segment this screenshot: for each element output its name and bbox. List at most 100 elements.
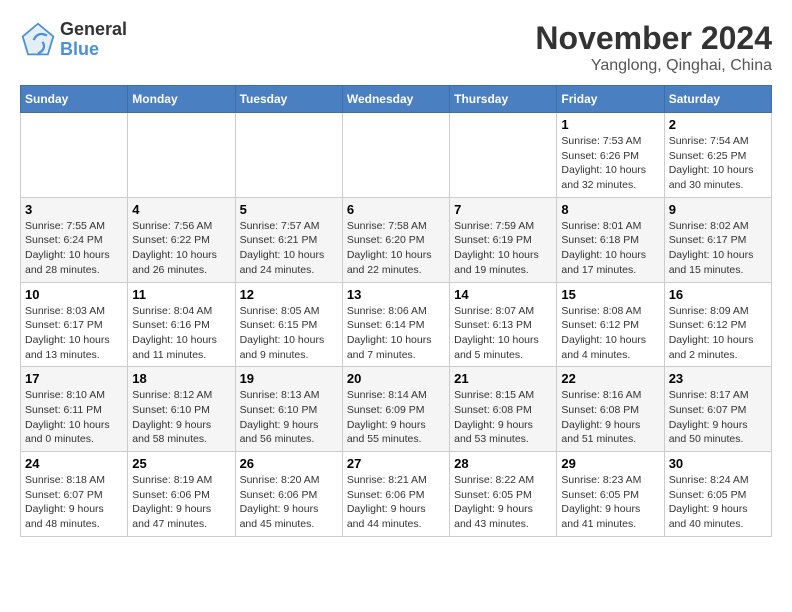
day-info: Sunrise: 8:09 AM Sunset: 6:12 PM Dayligh…	[669, 304, 767, 363]
calendar-cell: 20 Sunrise: 8:14 AM Sunset: 6:09 PM Dayli…	[342, 367, 449, 452]
logo-text: General Blue	[60, 20, 127, 60]
calendar-week-1: 1 Sunrise: 7:53 AM Sunset: 6:26 PM Daylig…	[21, 113, 772, 198]
calendar-cell: 21 Sunrise: 8:15 AM Sunset: 6:08 PM Dayli…	[450, 367, 557, 452]
calendar-cell: 23 Sunrise: 8:17 AM Sunset: 6:07 PM Dayli…	[664, 367, 771, 452]
day-number: 5	[240, 202, 338, 217]
day-number: 28	[454, 456, 552, 471]
day-info: Sunrise: 8:21 AM Sunset: 6:06 PM Dayligh…	[347, 473, 445, 532]
logo: General Blue	[20, 20, 127, 60]
day-info: Sunrise: 8:17 AM Sunset: 6:07 PM Dayligh…	[669, 388, 767, 447]
calendar-cell: 9 Sunrise: 8:02 AM Sunset: 6:17 PM Daylig…	[664, 197, 771, 282]
weekday-header-thursday: Thursday	[450, 86, 557, 113]
day-number: 3	[25, 202, 123, 217]
day-info: Sunrise: 7:57 AM Sunset: 6:21 PM Dayligh…	[240, 219, 338, 278]
day-info: Sunrise: 8:01 AM Sunset: 6:18 PM Dayligh…	[561, 219, 659, 278]
day-number: 19	[240, 371, 338, 386]
page-subtitle: Yanglong, Qinghai, China	[535, 57, 772, 75]
weekday-header-monday: Monday	[128, 86, 235, 113]
calendar-cell: 7Sunrise: 7:59 AM Sunset: 6:19 PM Daylig…	[450, 197, 557, 282]
day-number: 9	[669, 202, 767, 217]
calendar-cell: 4Sunrise: 7:56 AM Sunset: 6:22 PM Daylig…	[128, 197, 235, 282]
day-info: Sunrise: 8:12 AM Sunset: 6:10 PM Dayligh…	[132, 388, 230, 447]
day-info: Sunrise: 7:58 AM Sunset: 6:20 PM Dayligh…	[347, 219, 445, 278]
day-info: Sunrise: 8:20 AM Sunset: 6:06 PM Dayligh…	[240, 473, 338, 532]
day-number: 14	[454, 287, 552, 302]
day-info: Sunrise: 8:24 AM Sunset: 6:05 PM Dayligh…	[669, 473, 767, 532]
day-number: 10	[25, 287, 123, 302]
weekday-header-friday: Friday	[557, 86, 664, 113]
day-info: Sunrise: 8:07 AM Sunset: 6:13 PM Dayligh…	[454, 304, 552, 363]
calendar-cell	[128, 113, 235, 198]
day-number: 30	[669, 456, 767, 471]
day-info: Sunrise: 8:13 AM Sunset: 6:10 PM Dayligh…	[240, 388, 338, 447]
calendar-cell: 1 Sunrise: 7:53 AM Sunset: 6:26 PM Daylig…	[557, 113, 664, 198]
day-info: Sunrise: 8:18 AM Sunset: 6:07 PM Dayligh…	[25, 473, 123, 532]
calendar-week-4: 17Sunrise: 8:10 AM Sunset: 6:11 PM Dayli…	[21, 367, 772, 452]
calendar-cell: 29Sunrise: 8:23 AM Sunset: 6:05 PM Dayli…	[557, 452, 664, 537]
weekday-header-saturday: Saturday	[664, 86, 771, 113]
day-info: Sunrise: 8:08 AM Sunset: 6:12 PM Dayligh…	[561, 304, 659, 363]
day-info: Sunrise: 7:59 AM Sunset: 6:19 PM Dayligh…	[454, 219, 552, 278]
page-header: General Blue November 2024 Yanglong, Qin…	[20, 20, 772, 75]
weekday-header-sunday: Sunday	[21, 86, 128, 113]
day-number: 8	[561, 202, 659, 217]
weekday-header-tuesday: Tuesday	[235, 86, 342, 113]
calendar-cell: 16 Sunrise: 8:09 AM Sunset: 6:12 PM Dayli…	[664, 282, 771, 367]
day-info: Sunrise: 8:14 AM Sunset: 6:09 PM Dayligh…	[347, 388, 445, 447]
day-info: Sunrise: 8:04 AM Sunset: 6:16 PM Dayligh…	[132, 304, 230, 363]
day-number: 4	[132, 202, 230, 217]
calendar-week-3: 10 Sunrise: 8:03 AM Sunset: 6:17 PM Dayli…	[21, 282, 772, 367]
calendar-cell: 6 Sunrise: 7:58 AM Sunset: 6:20 PM Daylig…	[342, 197, 449, 282]
calendar-cell: 13 Sunrise: 8:06 AM Sunset: 6:14 PM Dayli…	[342, 282, 449, 367]
day-number: 2	[669, 117, 767, 132]
calendar-cell: 18Sunrise: 8:12 AM Sunset: 6:10 PM Dayli…	[128, 367, 235, 452]
day-number: 1	[561, 117, 659, 132]
day-number: 24	[25, 456, 123, 471]
day-number: 15	[561, 287, 659, 302]
calendar-cell: 30 Sunrise: 8:24 AM Sunset: 6:05 PM Dayli…	[664, 452, 771, 537]
calendar-cell: 10 Sunrise: 8:03 AM Sunset: 6:17 PM Dayli…	[21, 282, 128, 367]
day-number: 29	[561, 456, 659, 471]
day-number: 25	[132, 456, 230, 471]
calendar-cell: 15 Sunrise: 8:08 AM Sunset: 6:12 PM Dayli…	[557, 282, 664, 367]
calendar-week-5: 24 Sunrise: 8:18 AM Sunset: 6:07 PM Dayli…	[21, 452, 772, 537]
day-info: Sunrise: 7:53 AM Sunset: 6:26 PM Dayligh…	[561, 134, 659, 193]
day-number: 11	[132, 287, 230, 302]
calendar-cell: 12Sunrise: 8:05 AM Sunset: 6:15 PM Dayli…	[235, 282, 342, 367]
calendar-cell: 28 Sunrise: 8:22 AM Sunset: 6:05 PM Dayli…	[450, 452, 557, 537]
calendar-header: SundayMondayTuesdayWednesdayThursdayFrid…	[21, 86, 772, 113]
calendar-cell: 26Sunrise: 8:20 AM Sunset: 6:06 PM Dayli…	[235, 452, 342, 537]
day-number: 13	[347, 287, 445, 302]
day-info: Sunrise: 8:10 AM Sunset: 6:11 PM Dayligh…	[25, 388, 123, 447]
day-info: Sunrise: 8:15 AM Sunset: 6:08 PM Dayligh…	[454, 388, 552, 447]
calendar-body: 1 Sunrise: 7:53 AM Sunset: 6:26 PM Daylig…	[21, 113, 772, 537]
calendar-cell: 25Sunrise: 8:19 AM Sunset: 6:06 PM Dayli…	[128, 452, 235, 537]
day-number: 16	[669, 287, 767, 302]
day-info: Sunrise: 8:03 AM Sunset: 6:17 PM Dayligh…	[25, 304, 123, 363]
calendar-cell: 27 Sunrise: 8:21 AM Sunset: 6:06 PM Dayli…	[342, 452, 449, 537]
title-block: November 2024 Yanglong, Qinghai, China	[535, 20, 772, 75]
calendar-cell	[21, 113, 128, 198]
calendar-cell: 24 Sunrise: 8:18 AM Sunset: 6:07 PM Dayli…	[21, 452, 128, 537]
day-number: 27	[347, 456, 445, 471]
calendar-cell: 17Sunrise: 8:10 AM Sunset: 6:11 PM Dayli…	[21, 367, 128, 452]
calendar-cell: 5 Sunrise: 7:57 AM Sunset: 6:21 PM Daylig…	[235, 197, 342, 282]
day-number: 23	[669, 371, 767, 386]
day-info: Sunrise: 7:55 AM Sunset: 6:24 PM Dayligh…	[25, 219, 123, 278]
page-title: November 2024	[535, 20, 772, 57]
day-number: 6	[347, 202, 445, 217]
calendar-cell	[342, 113, 449, 198]
day-info: Sunrise: 8:02 AM Sunset: 6:17 PM Dayligh…	[669, 219, 767, 278]
calendar-cell: 8 Sunrise: 8:01 AM Sunset: 6:18 PM Daylig…	[557, 197, 664, 282]
calendar-cell: 14 Sunrise: 8:07 AM Sunset: 6:13 PM Dayli…	[450, 282, 557, 367]
day-info: Sunrise: 7:54 AM Sunset: 6:25 PM Dayligh…	[669, 134, 767, 193]
day-number: 21	[454, 371, 552, 386]
day-info: Sunrise: 8:06 AM Sunset: 6:14 PM Dayligh…	[347, 304, 445, 363]
calendar-cell: 2 Sunrise: 7:54 AM Sunset: 6:25 PM Daylig…	[664, 113, 771, 198]
day-number: 20	[347, 371, 445, 386]
day-info: Sunrise: 8:22 AM Sunset: 6:05 PM Dayligh…	[454, 473, 552, 532]
calendar-cell	[450, 113, 557, 198]
calendar-week-2: 3 Sunrise: 7:55 AM Sunset: 6:24 PM Daylig…	[21, 197, 772, 282]
logo-line2: Blue	[60, 40, 127, 60]
calendar-cell	[235, 113, 342, 198]
